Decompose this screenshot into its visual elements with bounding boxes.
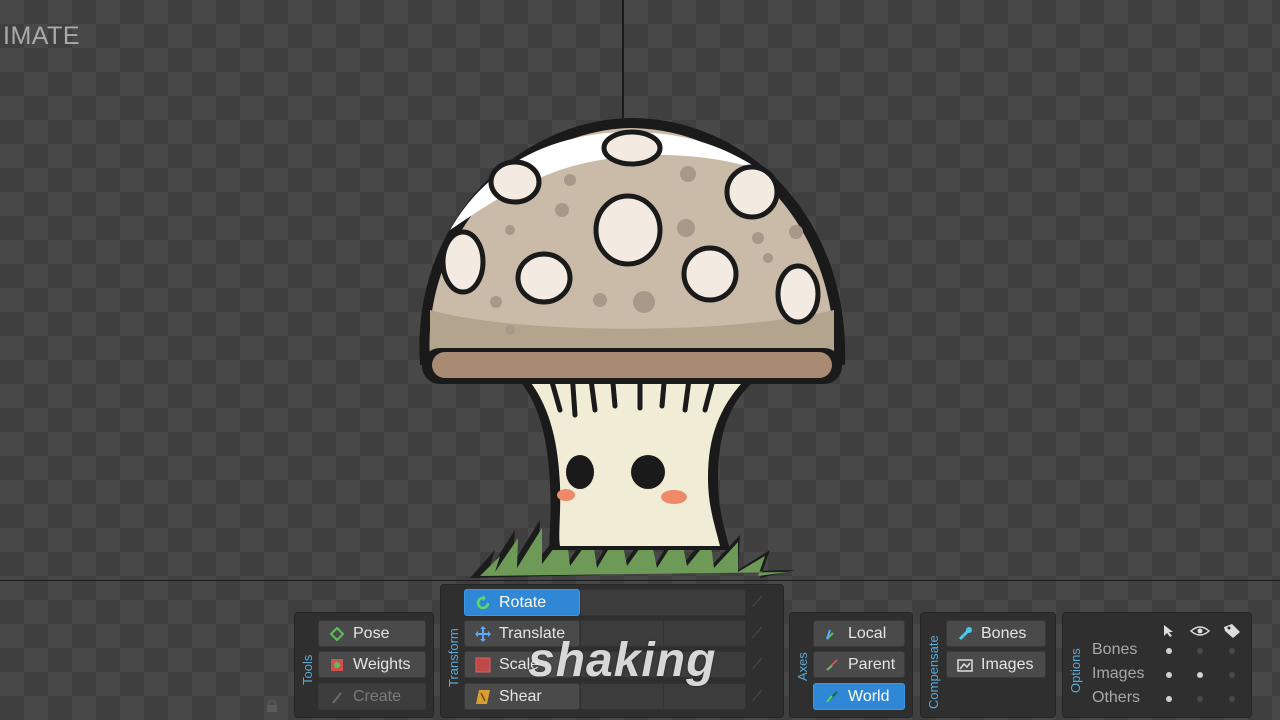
- rotate-label: Rotate: [499, 593, 547, 611]
- weights-button[interactable]: Weights: [318, 651, 426, 678]
- others-select-toggle[interactable]: [1166, 696, 1172, 702]
- tools-group-label: Tools: [300, 654, 315, 685]
- compensate-images-label: Images: [981, 655, 1034, 673]
- bones-select-toggle[interactable]: [1166, 648, 1172, 654]
- create-button[interactable]: Create: [318, 683, 426, 710]
- local-axis-icon: [824, 626, 840, 642]
- mushroom-cap: [419, 118, 846, 384]
- visibility-eye-icon[interactable]: [1190, 625, 1210, 637]
- options-row-bones: Bones: [1092, 641, 1138, 658]
- pose-icon: [329, 626, 345, 642]
- images-select-toggle[interactable]: [1166, 672, 1172, 678]
- options-row-others: Others: [1092, 689, 1141, 706]
- pose-button[interactable]: Pose: [318, 620, 426, 647]
- compensate-group-label: Compensate: [926, 635, 941, 709]
- bones-names-toggle[interactable]: [1229, 648, 1235, 654]
- images-names-toggle[interactable]: [1229, 672, 1235, 678]
- mushroom-stem: [512, 369, 765, 550]
- pose-label: Pose: [353, 624, 390, 642]
- parent-axis-icon: [824, 657, 840, 673]
- compensate-bones-label: Bones: [981, 624, 1027, 642]
- others-visible-toggle[interactable]: [1197, 696, 1203, 702]
- options-row-images: Images: [1092, 665, 1145, 682]
- bones-visible-toggle[interactable]: [1197, 648, 1203, 654]
- translate-icon: [475, 625, 491, 642]
- images-visible-toggle[interactable]: [1197, 672, 1203, 678]
- world-axis-icon: [824, 689, 840, 705]
- image-icon: [957, 657, 973, 673]
- others-names-toggle[interactable]: [1229, 696, 1235, 702]
- select-cursor-icon[interactable]: [1163, 624, 1175, 638]
- axes-group-label: Axes: [795, 652, 810, 681]
- rotate-button[interactable]: Rotate: [464, 589, 580, 616]
- local-axis-button[interactable]: Local: [813, 620, 905, 647]
- world-axis-label: World: [848, 687, 890, 705]
- world-axis-button[interactable]: World: [813, 683, 905, 710]
- create-label: Create: [353, 687, 402, 705]
- shear-label: Shear: [499, 687, 542, 705]
- weights-icon: [329, 657, 345, 673]
- rotate-value-field[interactable]: [580, 589, 746, 616]
- local-axis-label: Local: [848, 624, 887, 642]
- scale-link-icon[interactable]: ⟋: [752, 656, 768, 672]
- compensate-images-button[interactable]: Images: [946, 651, 1046, 678]
- video-caption: shaking: [528, 634, 717, 687]
- mode-label: IMATE: [3, 22, 81, 50]
- scale-icon: [475, 657, 491, 673]
- weights-label: Weights: [353, 655, 411, 673]
- mushroom-artwork[interactable]: [400, 110, 860, 585]
- origin-axis-vertical: [622, 0, 624, 118]
- parent-axis-button[interactable]: Parent: [813, 651, 905, 678]
- compensate-bones-button[interactable]: Bones: [946, 620, 1046, 647]
- shear-link-icon[interactable]: ⟋: [752, 688, 768, 704]
- rotate-link-icon[interactable]: ⟋: [752, 594, 768, 610]
- rotate-icon: [475, 594, 491, 611]
- lock-icon[interactable]: [266, 700, 278, 712]
- create-bone-icon: [329, 689, 345, 705]
- name-tag-icon[interactable]: [1223, 623, 1241, 639]
- options-group-label: Options: [1068, 648, 1083, 693]
- translate-link-icon[interactable]: ⟋: [752, 625, 768, 641]
- transform-group-label: Transform: [446, 628, 461, 687]
- options-header: [1088, 620, 1248, 640]
- shear-icon: [475, 689, 491, 705]
- bone-icon: [957, 626, 973, 642]
- parent-axis-label: Parent: [848, 655, 896, 673]
